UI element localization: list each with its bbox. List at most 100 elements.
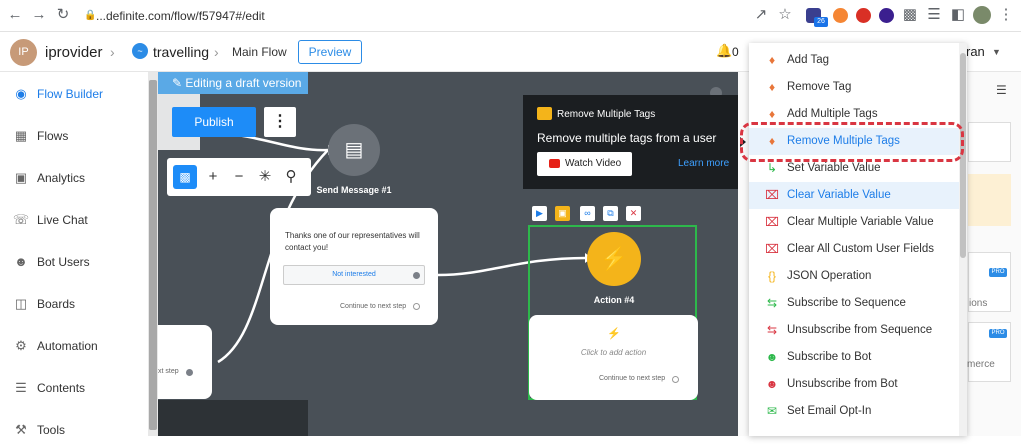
tag-icon: ♦: [768, 80, 776, 94]
sidebar-icon[interactable]: ◧: [949, 6, 967, 24]
sidebar-item-boards[interactable]: ◫ Boards: [0, 290, 148, 318]
menu-item-clear-multiple-variable-value[interactable]: ⌧ Clear Multiple Variable Value: [749, 209, 959, 236]
workspace-name[interactable]: iprovider: [45, 44, 103, 61]
contents-icon: ☰: [15, 380, 27, 395]
sidebar-item-bot-users[interactable]: ☻ Bot Users: [0, 248, 148, 276]
annotation-highlight: [740, 122, 964, 162]
unsequence-icon: ⇆: [766, 323, 778, 337]
user-name[interactable]: ran: [966, 44, 985, 59]
menu-item-clear-variable-value[interactable]: ⌧ Clear Variable Value: [749, 182, 959, 209]
headset-icon: ☏: [12, 212, 30, 227]
publish-button[interactable]: Publish: [172, 107, 256, 137]
tag-icon: [537, 107, 552, 120]
flows-icon: ▦: [14, 128, 28, 143]
menu-item-add-tag[interactable]: ♦ Add Tag: [749, 47, 959, 74]
sidebar-item-tools[interactable]: ⚒ Tools: [0, 416, 148, 444]
dark-node-card[interactable]: [158, 400, 308, 436]
scrollbar-thumb[interactable]: [149, 80, 157, 430]
menu-item-label: Unsubscribe from Sequence: [787, 324, 933, 336]
extension-icon-3[interactable]: [856, 8, 871, 23]
more-vertical-icon[interactable]: ⋮: [997, 6, 1015, 24]
analytics-icon: ▣: [14, 170, 28, 185]
bell-icon[interactable]: 🔔: [716, 43, 732, 59]
menu-item-label: Clear Variable Value: [787, 189, 891, 201]
folder-icon[interactable]: ▩: [173, 165, 197, 189]
star-icon[interactable]: ☆: [776, 6, 794, 24]
continue-label: xt step: [158, 368, 179, 375]
menu-item-set-email-opt-in[interactable]: ✉ Set Email Opt-In: [749, 398, 959, 425]
playlist-icon[interactable]: ☰: [925, 6, 943, 24]
watch-video-button[interactable]: Watch Video: [537, 152, 632, 176]
sidebar-item-contents[interactable]: ☰ Contents: [0, 374, 148, 402]
sidebar-item-label: Flow Builder: [37, 87, 104, 101]
chevron-down-icon[interactable]: ▼: [992, 47, 1001, 57]
action-card[interactable]: ⚡ Click to add action Continue to next s…: [529, 315, 698, 400]
menu-item-unsubscribe-from-bot[interactable]: ☻ Unsubscribe from Bot: [749, 371, 959, 398]
connector-dot[interactable]: [413, 272, 420, 279]
avatar[interactable]: IP: [10, 39, 37, 66]
sidebar-item-automation[interactable]: ⚙ Automation: [0, 332, 148, 360]
zoom-out-icon[interactable]: −: [227, 165, 251, 189]
user-add-icon: ☻: [765, 350, 779, 364]
more-options-button[interactable]: ⋮: [264, 107, 296, 137]
zoom-in-icon[interactable]: +: [201, 165, 225, 189]
breadcrumb[interactable]: Main Flow: [232, 45, 287, 59]
youtube-icon: [549, 159, 560, 168]
menu-item-remove-tag[interactable]: ♦ Remove Tag: [749, 74, 959, 101]
copy-icon[interactable]: ▣: [555, 206, 570, 221]
duplicate-icon[interactable]: ⧉: [603, 206, 618, 221]
play-icon[interactable]: ▶: [532, 206, 547, 221]
node-title: Action #4: [593, 295, 635, 305]
reply-button[interactable]: Not interested: [283, 265, 425, 285]
connector-ring[interactable]: [413, 303, 420, 310]
share-icon[interactable]: ↗: [752, 6, 770, 24]
profile-avatar[interactable]: [973, 6, 991, 24]
lightning-icon[interactable]: ⚡: [587, 232, 641, 286]
reload-icon[interactable]: ↻: [54, 6, 72, 24]
card-label: merce: [967, 359, 995, 370]
menu-item-json-operation[interactable]: {} JSON Operation: [749, 263, 959, 290]
search-icon[interactable]: ⚲: [279, 165, 303, 189]
left-node-card[interactable]: xt step: [158, 325, 212, 399]
delete-icon[interactable]: ✕: [626, 206, 641, 221]
sidebar-scrollbar[interactable]: [148, 72, 158, 436]
puzzle-icon[interactable]: ▩: [901, 6, 919, 24]
address-bar[interactable]: 🔒 ...definite.com/flow/f57947#/edit: [80, 5, 800, 27]
panel-textarea[interactable]: [968, 122, 1011, 162]
pro-card-2[interactable]: PRO merce: [967, 322, 1011, 382]
sidebar-item-flow-builder[interactable]: ◉ Flow Builder: [0, 80, 148, 108]
action-node-selected[interactable]: ⚡ Action #4 ⚡ Click to add action Contin…: [528, 225, 698, 400]
menu-item-subscribe-to-bot[interactable]: ☻ Subscribe to Bot: [749, 344, 959, 371]
extension-icon-2[interactable]: [833, 8, 848, 23]
menu-item-subscribe-to-sequence[interactable]: ⇆ Subscribe to Sequence: [749, 290, 959, 317]
forward-arrow-icon[interactable]: →: [30, 6, 48, 24]
sidebar-item-label: Tools: [37, 423, 66, 437]
draft-label: Editing a draft version: [185, 76, 302, 90]
extension-icon-4[interactable]: [879, 8, 894, 23]
menu-item-clear-all-custom-user-fields[interactable]: ⌧ Clear All Custom User Fields: [749, 236, 959, 263]
message-card[interactable]: Thanks one of our representatives will c…: [270, 208, 438, 325]
flow-name[interactable]: travelling: [153, 44, 209, 60]
preview-button[interactable]: Preview: [298, 40, 362, 64]
menu-scrollbar[interactable]: [959, 43, 967, 436]
pro-card-1[interactable]: PRO ions: [968, 252, 1011, 312]
watch-video-label: Watch Video: [565, 158, 622, 169]
learn-more-link[interactable]: Learn more: [678, 158, 729, 169]
connector-ring[interactable]: [672, 376, 679, 383]
messenger-icon: ◉: [15, 86, 27, 101]
link-icon[interactable]: ∞: [580, 206, 595, 221]
connector-dot[interactable]: [186, 369, 193, 376]
menu-item-label: Remove Tag: [787, 81, 852, 93]
menu-lines-icon[interactable]: ☰: [996, 83, 1007, 97]
tooltip: Remove Multiple Tags Remove multiple tag…: [523, 95, 738, 189]
message-icon[interactable]: ▤: [328, 124, 380, 176]
back-arrow-icon[interactable]: ←: [6, 6, 24, 24]
fit-screen-icon[interactable]: ✳: [253, 165, 277, 189]
flow-canvas[interactable]: ✎ Editing a draft version Publish ⋮ ▩ + …: [158, 72, 738, 436]
sidebar-item-live-chat[interactable]: ☏ Live Chat: [0, 206, 148, 234]
menu-item-unsubscribe-from-sequence[interactable]: ⇆ Unsubscribe from Sequence: [749, 317, 959, 344]
sidebar-item-flows[interactable]: ▦ Flows: [0, 122, 148, 150]
sequence-icon: ⇆: [766, 296, 778, 310]
sidebar-item-analytics[interactable]: ▣ Analytics: [0, 164, 148, 192]
user-remove-icon: ☻: [765, 377, 779, 391]
